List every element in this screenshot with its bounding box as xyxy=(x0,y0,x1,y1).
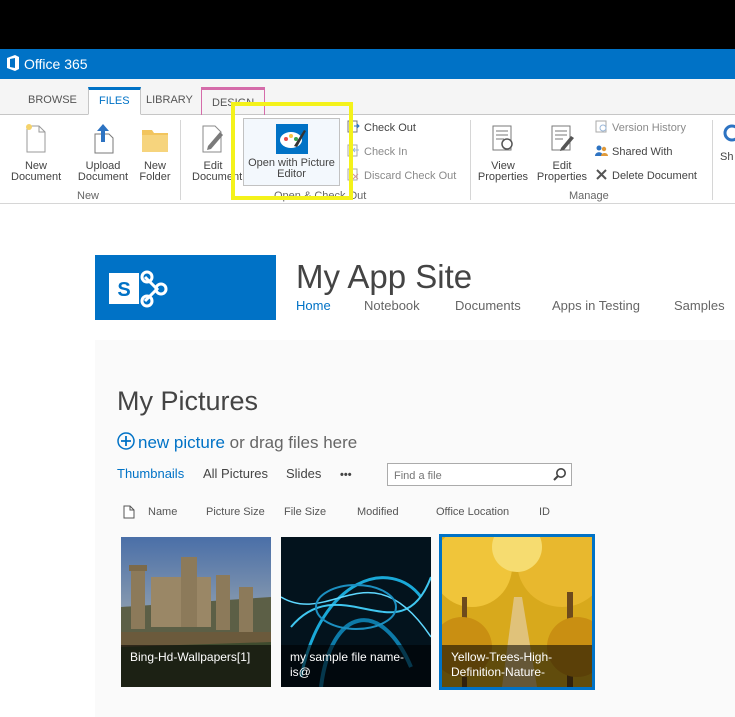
group-manage-label: Manage xyxy=(569,190,609,202)
find-file-search xyxy=(387,463,572,486)
view-properties-label: View Properties xyxy=(477,160,529,183)
share-icon xyxy=(723,124,735,142)
new-folder-label: New Folder xyxy=(139,160,171,183)
view-slides[interactable]: Slides xyxy=(286,466,321,481)
office-logo-icon[interactable] xyxy=(6,55,20,71)
drag-files-text: or drag files here xyxy=(224,433,358,452)
group-new-label: New xyxy=(77,190,100,202)
ribbon-separator xyxy=(180,120,181,200)
top-black-band xyxy=(0,0,735,49)
edit-document-icon xyxy=(202,125,223,153)
nav-apps-in-testing[interactable]: Apps in Testing xyxy=(552,298,640,313)
version-history-button[interactable]: Version History xyxy=(595,120,686,136)
picture-caption: my sample file name-is@ xyxy=(281,645,431,687)
version-history-icon xyxy=(595,120,607,133)
new-picture-row: new picture or drag files here xyxy=(117,432,357,453)
delete-document-button[interactable]: Delete Document xyxy=(595,168,697,184)
more-views-ellipsis[interactable]: ••• xyxy=(340,469,352,481)
ribbon-tabs: BROWSE FILES LIBRARY DESIGN xyxy=(0,79,735,115)
sharepoint-logo[interactable]: S xyxy=(95,255,276,320)
ribbon-separator xyxy=(470,120,471,200)
folder-icon xyxy=(142,130,168,152)
discard-check-out-label: Discard Check Out xyxy=(364,170,457,182)
view-all-pictures[interactable]: All Pictures xyxy=(203,466,268,481)
column-file-size[interactable]: File Size xyxy=(284,506,326,518)
suite-bar: Office 365 xyxy=(0,49,735,79)
upload-document-label: Upload Document xyxy=(77,160,129,183)
edit-properties-icon xyxy=(551,125,574,151)
search-input[interactable] xyxy=(392,465,546,486)
picture-caption: Bing-Hd-Wallpapers[1] xyxy=(121,645,271,687)
add-circle-icon[interactable] xyxy=(117,432,135,450)
new-document-label: New Document xyxy=(11,160,62,183)
column-picture-size[interactable]: Picture Size xyxy=(206,506,265,518)
column-name[interactable]: Name xyxy=(148,506,177,518)
sharepoint-logo-icon: S xyxy=(109,270,168,308)
picture-tile-selected[interactable]: Yellow-Trees-High-Definition-Nature- xyxy=(439,534,595,690)
nav-notebook[interactable]: Notebook xyxy=(364,298,420,313)
tab-library[interactable]: LIBRARY xyxy=(136,87,203,115)
column-office-location[interactable]: Office Location xyxy=(436,506,509,518)
version-history-label: Version History xyxy=(612,122,686,134)
nav-documents[interactable]: Documents xyxy=(455,298,521,313)
search-icon[interactable] xyxy=(553,467,567,481)
shared-with-label: Shared With xyxy=(612,146,673,158)
check-out-label: Check Out xyxy=(364,122,416,134)
page-title: My Pictures xyxy=(117,386,259,416)
nav-samples[interactable]: Samples xyxy=(674,298,725,313)
new-document-icon xyxy=(26,124,46,153)
picture-tile[interactable]: my sample file name-is@ xyxy=(281,537,431,687)
delete-icon xyxy=(596,169,607,180)
shared-with-icon xyxy=(595,145,608,156)
column-id[interactable]: ID xyxy=(539,506,550,518)
nav-home[interactable]: Home xyxy=(296,298,331,313)
check-in-button[interactable]: Check In xyxy=(347,144,407,160)
edit-properties-button[interactable]: Edit Properties xyxy=(534,122,590,183)
column-modified[interactable]: Modified xyxy=(357,506,399,518)
site-title[interactable]: My App Site xyxy=(296,258,472,296)
share-button[interactable]: Sh xyxy=(720,122,735,163)
edit-properties-label: Edit Properties xyxy=(536,160,588,183)
suite-brand[interactable]: Office 365 xyxy=(24,56,88,72)
view-properties-icon xyxy=(492,125,513,151)
new-picture-link[interactable]: new picture xyxy=(138,433,225,452)
view-thumbnails[interactable]: Thumbnails xyxy=(117,466,184,481)
document-type-icon xyxy=(123,505,135,519)
shared-with-button[interactable]: Shared With xyxy=(595,144,673,160)
upload-icon xyxy=(94,124,114,154)
picture-caption: Yellow-Trees-High-Definition-Nature- xyxy=(442,645,592,687)
svg-text:S: S xyxy=(117,279,130,301)
highlight-box xyxy=(231,102,353,200)
new-document-button[interactable]: New Document xyxy=(4,122,68,183)
check-in-label: Check In xyxy=(364,146,408,158)
check-out-button[interactable]: Check Out xyxy=(347,120,416,136)
picture-tile[interactable]: Bing-Hd-Wallpapers[1] xyxy=(121,537,271,687)
upload-document-button[interactable]: Upload Document xyxy=(74,122,132,183)
delete-document-label: Delete Document xyxy=(612,170,697,182)
ribbon-separator xyxy=(712,120,713,200)
tab-files[interactable]: FILES xyxy=(88,87,141,115)
tab-browse[interactable]: BROWSE xyxy=(18,87,87,115)
view-properties-button[interactable]: View Properties xyxy=(475,122,531,183)
discard-check-out-button[interactable]: Discard Check Out xyxy=(347,168,456,184)
share-label: Sh xyxy=(720,151,734,163)
new-folder-button[interactable]: New Folder xyxy=(135,122,175,183)
edit-document-label: Edit Document xyxy=(192,160,243,183)
